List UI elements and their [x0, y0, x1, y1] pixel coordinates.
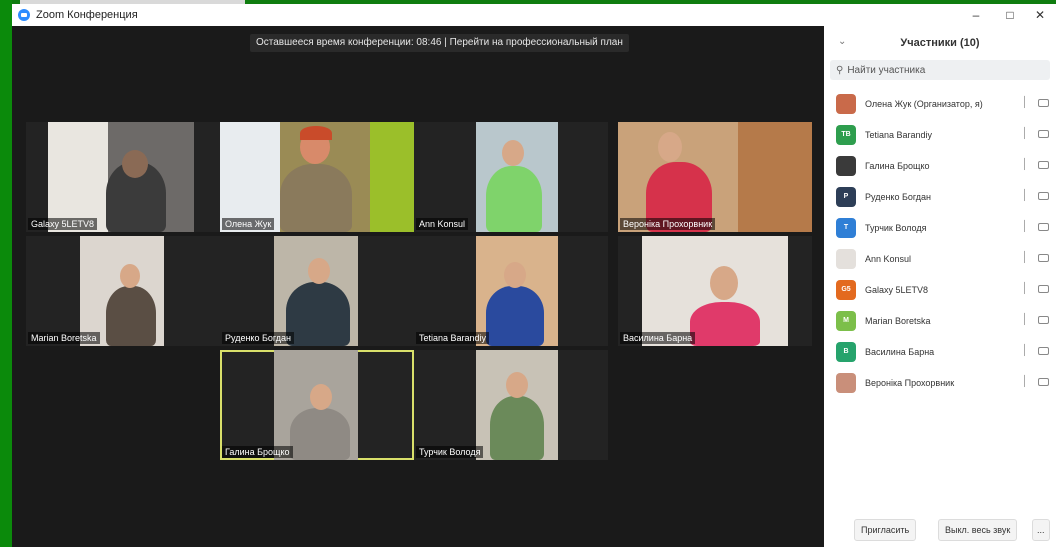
- microphone-icon[interactable]: │: [1022, 159, 1028, 170]
- tile-name: Tetiana Barandiy: [416, 332, 490, 344]
- microphone-icon[interactable]: │: [1022, 128, 1028, 139]
- avatar: [836, 248, 856, 269]
- maximize-icon[interactable]: □: [994, 4, 1026, 26]
- video-tile-active-speaker[interactable]: Галина Брощко: [220, 350, 414, 460]
- more-button[interactable]: ...: [1032, 519, 1050, 541]
- camera-icon[interactable]: [1038, 161, 1049, 169]
- tile-name: Galaxy 5LETV8: [28, 218, 98, 230]
- participant-name: Руденко Богдан: [865, 191, 931, 202]
- camera-icon[interactable]: [1038, 347, 1049, 355]
- participant-name: Василина Барна: [865, 346, 935, 357]
- zoom-logo-icon: [18, 9, 30, 21]
- mute-all-button[interactable]: Выкл. весь звук: [938, 519, 1018, 541]
- avatar: [836, 372, 856, 393]
- microphone-icon[interactable]: │: [1022, 376, 1028, 387]
- participant-name: Marian Boretska: [865, 315, 931, 326]
- participant-name: Tetiana Barandiy: [865, 129, 933, 140]
- video-tile[interactable]: Василина Барна: [618, 236, 812, 346]
- video-tile[interactable]: Вероніка Прохорвник: [618, 122, 812, 232]
- participant-row[interactable]: Ann Konsul │: [824, 243, 1056, 274]
- participants-panel: ⌄ Участники (10) ⚲ Найти участника Олена…: [824, 26, 1056, 547]
- participants-list: Олена Жук (Организатор, я) │ TB Tetiana Bar…: [824, 88, 1056, 398]
- time-remaining-banner[interactable]: Оставшееся время конференции: 08:46 | Пе…: [250, 34, 629, 52]
- participant-name: Вероніка Прохорвник: [865, 377, 955, 388]
- chevron-down-icon[interactable]: ⌄: [838, 36, 846, 47]
- tile-name: Олена Жук: [222, 218, 275, 230]
- avatar: G5: [836, 279, 856, 300]
- video-tile[interactable]: Galaxy 5LETV8: [26, 122, 220, 232]
- search-placeholder: Найти участника: [847, 64, 926, 76]
- camera-icon[interactable]: [1038, 99, 1049, 107]
- participant-name: Турчик Володя: [865, 222, 927, 233]
- camera-icon[interactable]: [1038, 223, 1049, 231]
- participant-name: Galaxy 5LETV8: [865, 284, 929, 295]
- avatar: T: [836, 217, 856, 238]
- tile-name: Ann Konsul: [416, 218, 469, 230]
- microphone-icon[interactable]: │: [1022, 190, 1028, 201]
- zoom-window: Zoom Конференция – □ ✕ Оставшееся время …: [12, 4, 1056, 547]
- microphone-icon[interactable]: │: [1022, 314, 1028, 325]
- participant-name: Олена Жук (Организатор, я): [865, 98, 983, 109]
- tile-name: Вероніка Прохорвник: [620, 218, 716, 230]
- avatar: [836, 93, 856, 114]
- microphone-icon[interactable]: │: [1022, 221, 1028, 232]
- participant-row[interactable]: Вероніка Прохорвник │: [824, 367, 1056, 398]
- video-tile[interactable]: Турчик Володя: [414, 350, 608, 460]
- participants-title: Участники (10): [900, 37, 980, 49]
- tile-name: Галина Брощко: [222, 446, 293, 458]
- participant-name: Галина Брощко: [865, 160, 930, 171]
- camera-icon[interactable]: [1038, 254, 1049, 262]
- minimize-icon[interactable]: –: [960, 4, 992, 26]
- participant-row[interactable]: Галина Брощко │: [824, 150, 1056, 181]
- participant-row[interactable]: G5 Galaxy 5LETV8 │: [824, 274, 1056, 305]
- participant-row[interactable]: P Руденко Богдан │: [824, 181, 1056, 212]
- avatar: M: [836, 310, 856, 331]
- video-stage: Оставшееся время конференции: 08:46 | Пе…: [12, 26, 824, 547]
- microphone-icon[interactable]: │: [1022, 345, 1028, 356]
- avatar: P: [836, 186, 856, 207]
- tile-name: Marian Boretska: [28, 332, 100, 344]
- camera-icon[interactable]: [1038, 378, 1049, 386]
- avatar: TB: [836, 124, 856, 145]
- video-tile[interactable]: Tetiana Barandiy: [414, 236, 608, 346]
- video-tile[interactable]: Руденко Богдан: [220, 236, 414, 346]
- video-tile[interactable]: Олена Жук: [220, 122, 414, 232]
- close-icon[interactable]: ✕: [1024, 4, 1056, 26]
- microphone-icon[interactable]: │: [1022, 283, 1028, 294]
- participant-row[interactable]: B Василина Барна │: [824, 336, 1056, 367]
- camera-icon[interactable]: [1038, 130, 1049, 138]
- participant-row[interactable]: T Турчик Володя │: [824, 212, 1056, 243]
- avatar: [836, 155, 856, 176]
- camera-icon[interactable]: [1038, 192, 1049, 200]
- participant-name: Ann Konsul: [865, 253, 912, 264]
- video-tile[interactable]: Ann Konsul: [414, 122, 608, 232]
- desktop-left-edge: [0, 0, 12, 547]
- participants-header: ⌄ Участники (10): [824, 26, 1056, 60]
- invite-button[interactable]: Пригласить: [854, 519, 917, 541]
- avatar: B: [836, 341, 856, 362]
- tile-name: Руденко Богдан: [222, 332, 294, 344]
- microphone-icon[interactable]: │: [1022, 97, 1028, 108]
- camera-icon[interactable]: [1038, 316, 1049, 324]
- title-bar: Zoom Конференция – □ ✕: [12, 4, 1056, 26]
- video-tile[interactable]: Marian Boretska: [26, 236, 220, 346]
- search-icon: ⚲: [836, 64, 844, 76]
- camera-icon[interactable]: [1038, 285, 1049, 293]
- participants-footer: Пригласить Выкл. весь звук ...: [824, 513, 1056, 547]
- participant-row[interactable]: M Marian Boretska │: [824, 305, 1056, 336]
- participant-row[interactable]: Олена Жук (Организатор, я) │: [824, 88, 1056, 119]
- participant-row[interactable]: TB Tetiana Barandiy │: [824, 119, 1056, 150]
- tile-name: Василина Барна: [620, 332, 696, 344]
- microphone-icon[interactable]: │: [1022, 252, 1028, 263]
- tile-name: Турчик Володя: [416, 446, 484, 458]
- participant-search-input[interactable]: ⚲ Найти участника: [830, 60, 1050, 80]
- window-title: Zoom Конференция: [36, 9, 138, 21]
